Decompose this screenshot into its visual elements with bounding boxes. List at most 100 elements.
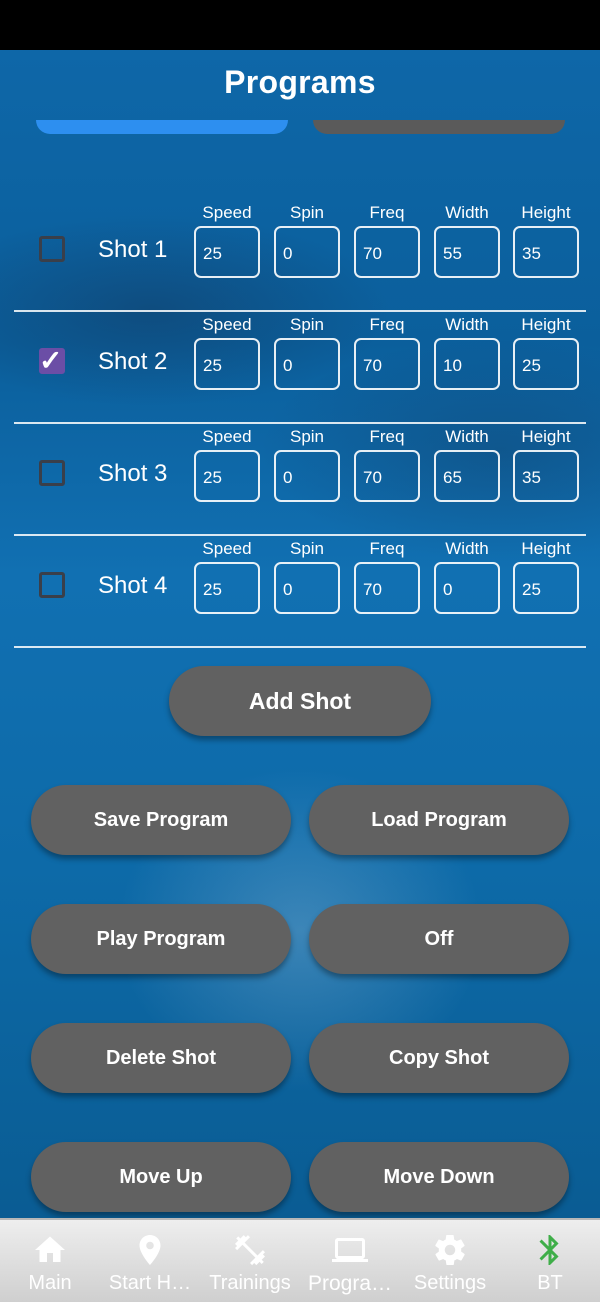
width-input[interactable]: 65 (434, 450, 500, 502)
spin-param: Spin 0 (274, 427, 340, 502)
freq-input[interactable]: 70 (354, 562, 420, 614)
shot-label: Shot 1 (98, 236, 168, 263)
spin-label: Spin (289, 427, 325, 446)
bluetooth-icon (539, 1235, 559, 1265)
shot-row-1: Shot 1 Speed 25 Spin 0 Freq 70 Width 55 … (14, 198, 586, 312)
height-param: Height 25 (513, 539, 579, 614)
nav-label: BT (537, 1272, 563, 1294)
delete-shot-button[interactable]: Delete Shot (31, 1023, 291, 1093)
speed-label: Speed (202, 427, 252, 446)
spin-param: Spin 0 (274, 539, 340, 614)
speed-param: Speed 25 (194, 539, 260, 614)
nav-item-start-h[interactable]: Start H… (100, 1232, 200, 1295)
speed-label: Speed (202, 539, 252, 558)
height-label: Height (521, 539, 571, 558)
speed-input[interactable]: 25 (194, 450, 260, 502)
height-input[interactable]: 25 (513, 338, 579, 390)
spin-input[interactable]: 0 (274, 450, 340, 502)
freq-param: Freq 70 (354, 427, 420, 502)
programs-screen: Programs Shot 1 Speed 25 Spin 0 Freq 70 … (0, 50, 600, 1218)
width-label: Width (445, 315, 489, 334)
shot-row-4: Shot 4 Speed 25 Spin 0 Freq 70 Width 0 H… (14, 534, 586, 648)
home-icon (35, 1236, 65, 1262)
width-param: Width 10 (434, 315, 500, 390)
freq-param: Freq 70 (354, 315, 420, 390)
copy-shot-button[interactable]: Copy Shot (309, 1023, 569, 1093)
shot-1-checkbox[interactable] (39, 236, 65, 262)
page-title: Programs (224, 64, 376, 100)
shot-row-3: Shot 3 Speed 25 Spin 0 Freq 70 Width 65 … (14, 422, 586, 536)
load-program-button[interactable]: Load Program (309, 785, 569, 855)
speed-input[interactable]: 25 (194, 562, 260, 614)
width-label: Width (445, 427, 489, 446)
nav-item-programs[interactable]: Progra… (300, 1232, 400, 1296)
add-shot-button[interactable]: Add Shot (169, 666, 431, 736)
speed-input[interactable]: 25 (194, 226, 260, 278)
speed-input[interactable]: 25 (194, 338, 260, 390)
width-input[interactable]: 0 (434, 562, 500, 614)
spin-param: Spin 0 (274, 315, 340, 390)
shot-label: Shot 2 (98, 348, 168, 375)
shot-4-checkbox[interactable] (39, 572, 65, 598)
speed-param: Speed 25 (194, 427, 260, 502)
freq-input[interactable]: 70 (354, 338, 420, 390)
height-input[interactable]: 25 (513, 562, 579, 614)
width-param: Width 55 (434, 203, 500, 278)
move-up-button[interactable]: Move Up (31, 1142, 291, 1212)
spin-input[interactable]: 0 (274, 338, 340, 390)
freq-label: Freq (369, 315, 405, 334)
height-input[interactable]: 35 (513, 450, 579, 502)
checkmark-icon: ✓ (39, 345, 63, 376)
move-down-button[interactable]: Move Down (309, 1142, 569, 1212)
freq-label: Freq (369, 427, 405, 446)
play-program-button[interactable]: Play Program (31, 904, 291, 974)
height-param: Height 35 (513, 427, 579, 502)
freq-param: Freq 70 (354, 539, 420, 614)
width-label: Width (445, 203, 489, 222)
width-input[interactable]: 10 (434, 338, 500, 390)
nav-item-trainings[interactable]: Trainings (200, 1232, 300, 1295)
shot-row-2: ✓ Shot 2 Speed 25 Spin 0 Freq 70 Width 1… (14, 310, 586, 424)
speed-label: Speed (202, 315, 252, 334)
speed-param: Speed 25 (194, 315, 260, 390)
nav-label: Settings (413, 1272, 487, 1294)
width-param: Width 65 (434, 427, 500, 502)
spin-input[interactable]: 0 (274, 226, 340, 278)
shot-2-checkbox[interactable]: ✓ (39, 345, 65, 376)
nav-item-main[interactable]: Main (0, 1232, 100, 1295)
height-label: Height (521, 315, 571, 334)
nav-label: Trainings (209, 1272, 291, 1294)
width-label: Width (445, 539, 489, 558)
width-input[interactable]: 55 (434, 226, 500, 278)
laptop-icon (332, 1238, 368, 1262)
nav-item-bt[interactable]: BT (500, 1232, 600, 1295)
shot-3-checkbox[interactable] (39, 460, 65, 486)
height-label: Height (521, 203, 571, 222)
nav-item-settings[interactable]: Settings (400, 1232, 500, 1295)
spin-label: Spin (289, 315, 325, 334)
nav-label: Start H… (108, 1272, 192, 1294)
width-param: Width 0 (434, 539, 500, 614)
height-param: Height 35 (513, 203, 579, 278)
freq-input[interactable]: 70 (354, 450, 420, 502)
status-bar (0, 0, 600, 50)
freq-label: Freq (369, 203, 405, 222)
speed-label: Speed (202, 203, 252, 222)
height-param: Height 25 (513, 315, 579, 390)
nav-label: Main (28, 1272, 72, 1294)
spin-input[interactable]: 0 (274, 562, 340, 614)
nav-label: Progra… (307, 1272, 393, 1295)
freq-input[interactable]: 70 (354, 226, 420, 278)
spin-label: Spin (289, 539, 325, 558)
spin-param: Spin 0 (274, 203, 340, 278)
height-input[interactable]: 35 (513, 226, 579, 278)
shot-label: Shot 3 (98, 460, 168, 487)
tab-indicator-left[interactable] (36, 120, 288, 134)
gear-icon (435, 1235, 465, 1266)
height-label: Height (521, 427, 571, 446)
tab-indicator-right[interactable] (313, 120, 565, 134)
off-button[interactable]: Off (309, 904, 569, 974)
save-program-button[interactable]: Save Program (31, 785, 291, 855)
dumbbell-icon (235, 1235, 265, 1266)
spin-label: Spin (289, 203, 325, 222)
